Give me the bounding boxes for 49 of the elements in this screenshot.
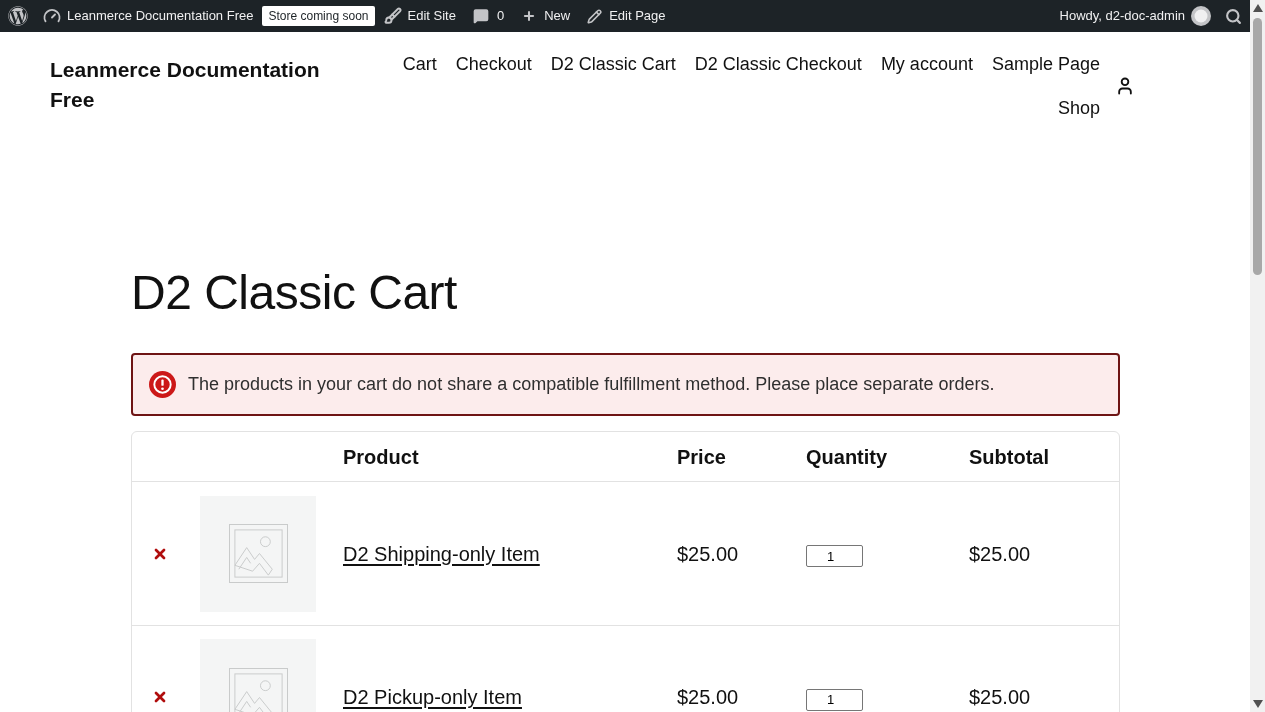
quantity-input[interactable]: 1	[806, 688, 863, 711]
price-cell-text: $25.00	[676, 541, 740, 567]
price-cell-text: $25.00	[676, 685, 740, 710]
search-button[interactable]	[1225, 7, 1242, 25]
down-arrow-icon[interactable]	[1252, 700, 1263, 708]
brush-icon	[383, 7, 402, 25]
site-name-link[interactable]: Leanmerce Documentation Free	[43, 6, 254, 26]
account-button[interactable]	[1115, 76, 1135, 96]
nav-link[interactable]: D2 Classic Cart	[550, 50, 676, 78]
person-icon	[1115, 76, 1135, 96]
picture-icon	[228, 524, 288, 583]
nav-link[interactable]: Checkout	[455, 50, 532, 78]
column-header: Subtotal	[968, 444, 1050, 470]
edit-page-link[interactable]: Edit Page	[587, 6, 666, 26]
column-header: Product	[342, 444, 420, 470]
picture-icon	[228, 667, 288, 712]
store-status-badge[interactable]: Store coming soon	[262, 6, 375, 26]
column-header: Quantity	[805, 444, 889, 470]
plus-icon	[522, 9, 537, 23]
w-logo-icon[interactable]	[8, 6, 28, 26]
cross-icon	[152, 689, 168, 705]
column-header: Price	[676, 444, 727, 470]
exclamation-icon	[149, 371, 176, 398]
remove-button[interactable]	[152, 689, 168, 705]
nav-link[interactable]: Shop	[1057, 94, 1100, 122]
avatar-icon	[1191, 6, 1211, 26]
search-icon	[1225, 7, 1242, 25]
product-thumbnail[interactable]	[200, 495, 316, 612]
subtotal-cell-text: $25.00	[968, 541, 1032, 567]
new-link[interactable]: New	[522, 6, 571, 26]
page-title: D2 Classic Cart	[131, 265, 458, 321]
comments-link[interactable]: 0	[472, 6, 505, 26]
edit-site-link[interactable]: Edit Site	[383, 6, 456, 26]
nav-link[interactable]: Sample Page	[991, 50, 1100, 78]
product-link[interactable]: D2 Shipping-only Item	[343, 542, 540, 565]
pencil-icon	[587, 8, 603, 24]
scrollbar-thumb[interactable]	[1253, 18, 1262, 275]
nav-link[interactable]: Cart	[402, 50, 437, 78]
up-arrow-icon[interactable]	[1252, 4, 1263, 12]
notice-message: The products in your cart do not share a compatible fulfillment method. Please place separate orders.	[188, 373, 995, 396]
site-title[interactable]: Leanmerce Documentation Free	[50, 55, 350, 115]
nav-link[interactable]: My account	[880, 50, 973, 78]
quantity-input[interactable]: 1	[806, 545, 863, 567]
speech-bubble-icon	[472, 8, 489, 24]
nav-link[interactable]: D2 Classic Checkout	[694, 50, 862, 78]
account-menu-link[interactable]: Howdy, d2-doc-admin	[1059, 6, 1211, 26]
product-link[interactable]: D2 Pickup-only Item	[343, 686, 522, 708]
gauge-icon	[43, 7, 61, 25]
subtotal-cell-text: $25.00	[968, 685, 1032, 710]
